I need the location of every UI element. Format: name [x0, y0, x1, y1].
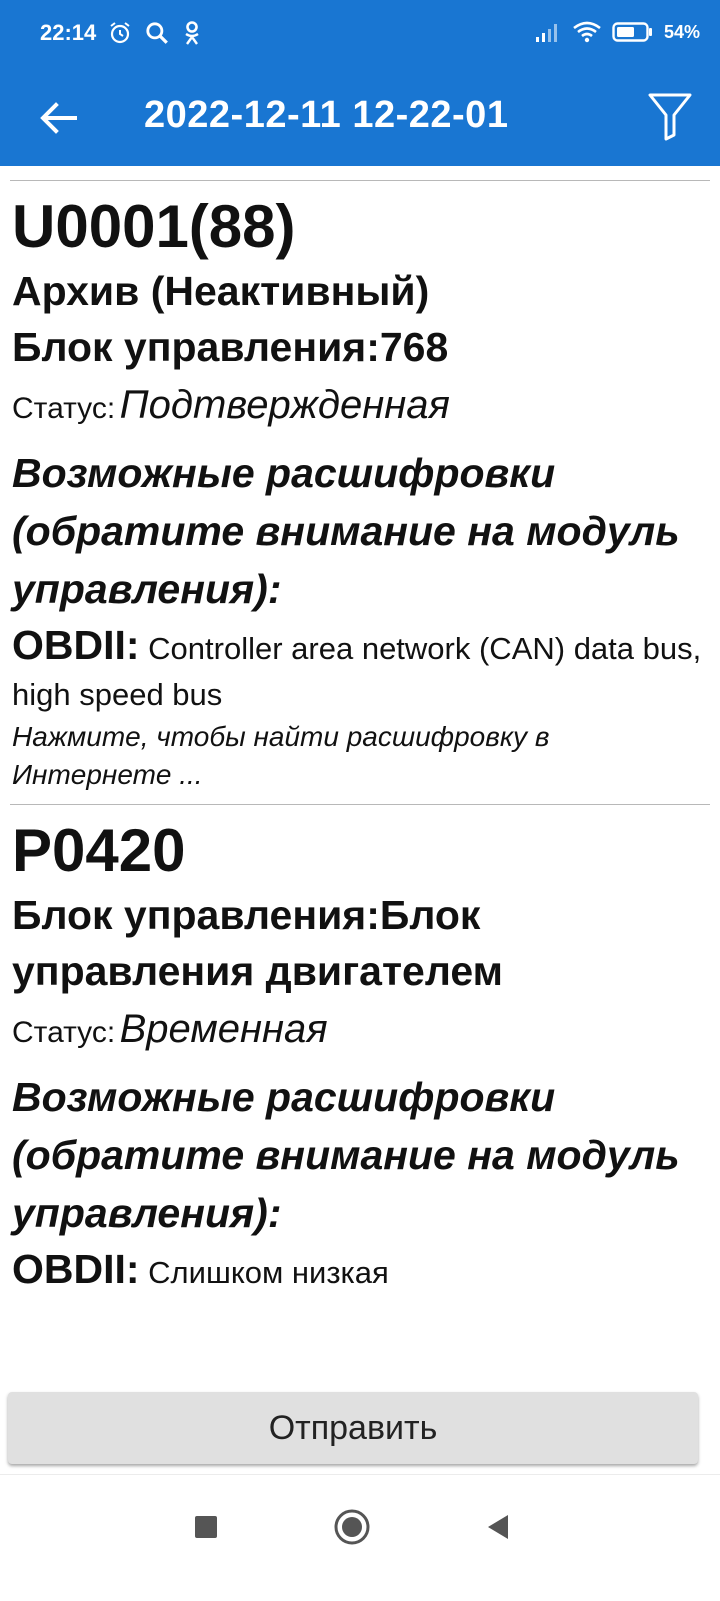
status-value: Временная [119, 1007, 328, 1051]
trouble-code-item[interactable]: P0420 Блок управления:Блок управления дв… [0, 815, 720, 1296]
page-title: 2022-12-11 12-22-01 [144, 94, 509, 136]
home-icon [334, 1509, 370, 1545]
control-unit: Блок управления:Блок управления двигател… [12, 892, 503, 994]
divider [10, 804, 710, 805]
trouble-code-item[interactable]: U0001(88) Архив (Неактивный) Блок управл… [0, 191, 720, 794]
app-bar: 2022-12-11 12-22-01 [0, 70, 720, 166]
navigation-bar [0, 1474, 720, 1601]
trouble-code-list: U0001(88) Архив (Неактивный) Блок управл… [0, 166, 720, 1386]
recents-button[interactable] [178, 1499, 234, 1555]
decode-heading: Возможные расшифровки (обратите внимание… [12, 1074, 680, 1236]
divider [10, 180, 710, 181]
wifi-icon [572, 20, 602, 44]
status-left: 22:14 [40, 20, 202, 46]
home-button[interactable] [324, 1499, 380, 1555]
archive-status: Архив (Неактивный) [12, 268, 430, 314]
obd-text: Слишком низкая [148, 1255, 389, 1290]
status-line: Статус: Подтвержденная [12, 375, 708, 444]
search-online-link[interactable]: Нажмите, чтобы найти расшифровку в Интер… [12, 718, 708, 794]
obd-description: OBDII: Controller area network (CAN) dat… [12, 622, 708, 718]
decode-heading: Возможные расшифровки (обратите внимание… [12, 450, 680, 612]
search-icon [144, 20, 170, 46]
clock: 22:14 [40, 20, 97, 45]
status-line: Статус: Временная [12, 999, 708, 1068]
trouble-code: P0420 [12, 817, 186, 884]
obd-label: OBDII: [12, 1246, 140, 1292]
filter-icon [648, 93, 692, 141]
arrow-left-icon [40, 102, 77, 134]
filter-button[interactable] [638, 84, 702, 148]
back-button[interactable] [30, 90, 86, 146]
control-unit: Блок управления:768 [12, 324, 449, 370]
odnoklassniki-icon [182, 20, 202, 46]
battery-icon [612, 21, 654, 43]
status-label: Статус: [12, 392, 116, 425]
status-label: Статус: [12, 1016, 116, 1049]
back-icon [488, 1515, 508, 1539]
signal-icon [534, 21, 562, 43]
trouble-code: U0001(88) [12, 193, 296, 260]
battery-percent: 54% [663, 21, 700, 42]
status-right: 54% [534, 20, 700, 44]
status-value: Подтвержденная [119, 383, 450, 427]
obd-label: OBDII: [12, 622, 140, 668]
recents-icon [195, 1516, 217, 1538]
send-button[interactable]: Отправить [8, 1392, 698, 1464]
back-nav-button[interactable] [470, 1499, 526, 1555]
obd-description: OBDII: Слишком низкая [12, 1246, 708, 1296]
alarm-icon [108, 21, 132, 45]
status-bar: 22:14 54% [0, 0, 720, 70]
